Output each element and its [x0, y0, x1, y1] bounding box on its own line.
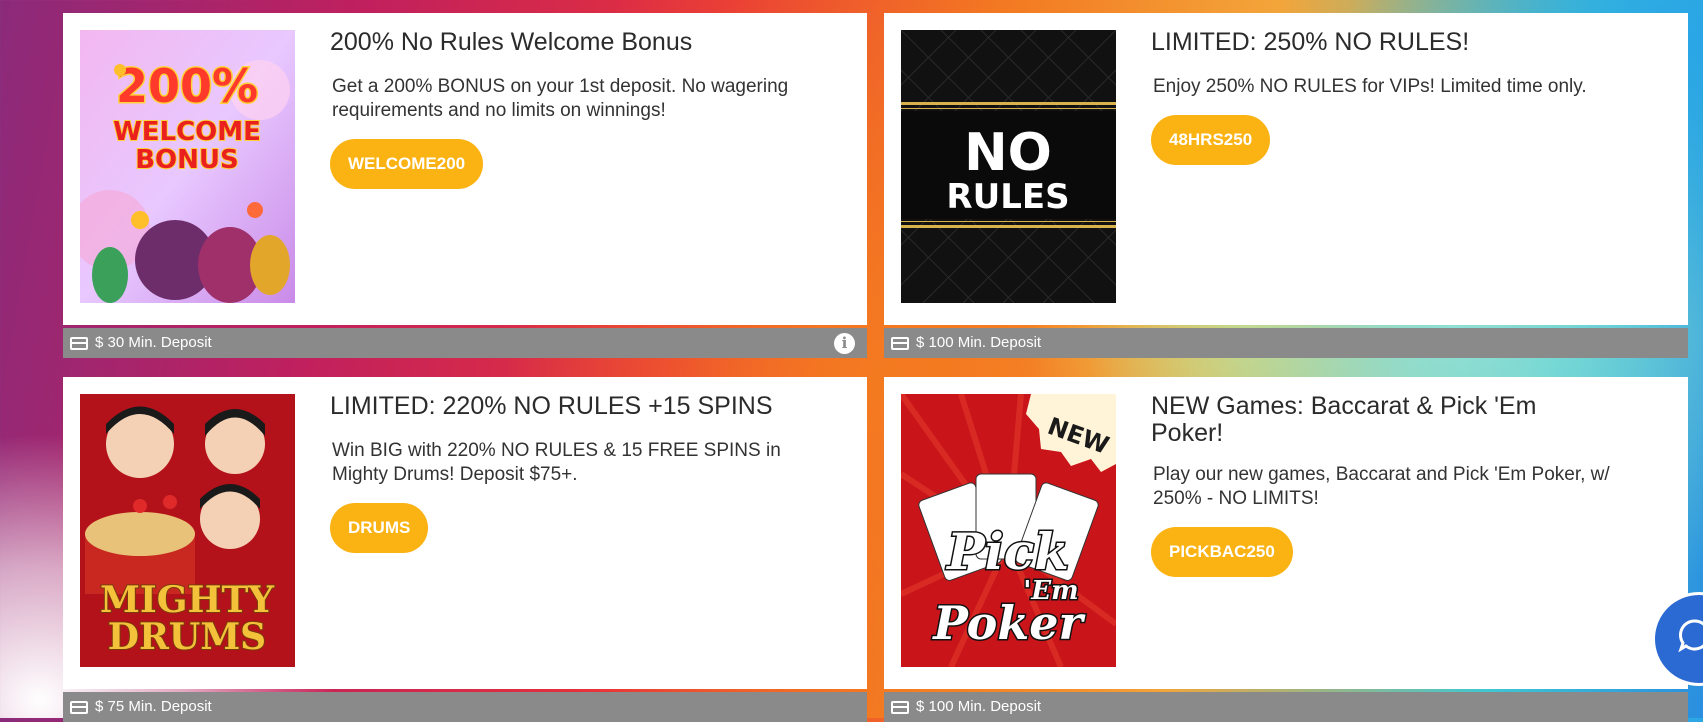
- promo-title: LIMITED: 250% NO RULES!: [1151, 28, 1470, 56]
- min-deposit-text: $ 30 Min. Deposit: [95, 334, 212, 351]
- promo-image-no-rules[interactable]: NO RULES: [901, 30, 1116, 303]
- svg-text:BONUS: BONUS: [135, 145, 239, 175]
- svg-text:200%: 200%: [116, 59, 258, 113]
- promo-title: NEW Games: Baccarat & Pick 'Em Poker!: [1151, 392, 1537, 447]
- promo-card-welcome: 200% WELCOME BONUS 200% No Rules Welcome…: [63, 13, 867, 325]
- promo-description: Play our new games, Baccarat and Pick 'E…: [1153, 464, 1610, 509]
- promo-title: 200% No Rules Welcome Bonus: [330, 28, 693, 56]
- credit-card-icon: [70, 337, 88, 350]
- bonus-code-button-drums[interactable]: DRUMS: [330, 503, 429, 553]
- svg-text:RULES: RULES: [946, 177, 1069, 217]
- svg-text:NO: NO: [964, 123, 1052, 183]
- svg-text:WELCOME: WELCOME: [113, 117, 261, 147]
- svg-text:Pick: Pick: [945, 522, 1069, 581]
- promo-card-vip: NO RULES LIMITED: 250% NO RULES! Enjoy 2…: [884, 13, 1688, 325]
- svg-text:DRUMS: DRUMS: [108, 616, 266, 658]
- credit-card-icon: [891, 337, 909, 350]
- bonus-code-button-pickbac250[interactable]: PICKBAC250: [1151, 527, 1293, 577]
- promo-description: Win BIG with 220% NO RULES & 15 FREE SPI…: [332, 440, 781, 485]
- promo-title: LIMITED: 220% NO RULES +15 SPINS: [330, 392, 773, 420]
- chat-bubble-icon: [1678, 619, 1703, 653]
- bonus-code-button-welcome200[interactable]: WELCOME200: [330, 139, 484, 189]
- min-deposit-bar: $ 100 Min. Deposit: [884, 328, 1688, 358]
- promo-description: Enjoy 250% NO RULES for VIPs! Limited ti…: [1153, 76, 1587, 97]
- credit-card-icon: [70, 701, 88, 714]
- min-deposit-text: $ 100 Min. Deposit: [916, 334, 1042, 351]
- promo-description: Get a 200% BONUS on your 1st deposit. No…: [332, 76, 789, 121]
- promo-card-new-games: NEW Pick 'Em Poker NEW Games: Baccarat &…: [884, 377, 1688, 689]
- svg-text:MIGHTY: MIGHTY: [100, 579, 275, 621]
- info-icon[interactable]: i: [834, 333, 855, 354]
- promo-card-drums: MIGHTY DRUMS LIMITED: 220% NO RULES +15 …: [63, 377, 867, 689]
- promo-image-welcome-bonus[interactable]: 200% WELCOME BONUS: [80, 30, 295, 303]
- bonus-code-button-48hrs250[interactable]: 48HRS250: [1151, 115, 1271, 165]
- promo-image-pick-em-poker[interactable]: NEW Pick 'Em Poker: [901, 394, 1116, 667]
- credit-card-icon: [891, 701, 909, 714]
- min-deposit-bar: $ 30 Min. Deposit i: [63, 328, 867, 358]
- promo-image-mighty-drums[interactable]: MIGHTY DRUMS: [80, 394, 295, 667]
- svg-text:Poker: Poker: [931, 596, 1086, 650]
